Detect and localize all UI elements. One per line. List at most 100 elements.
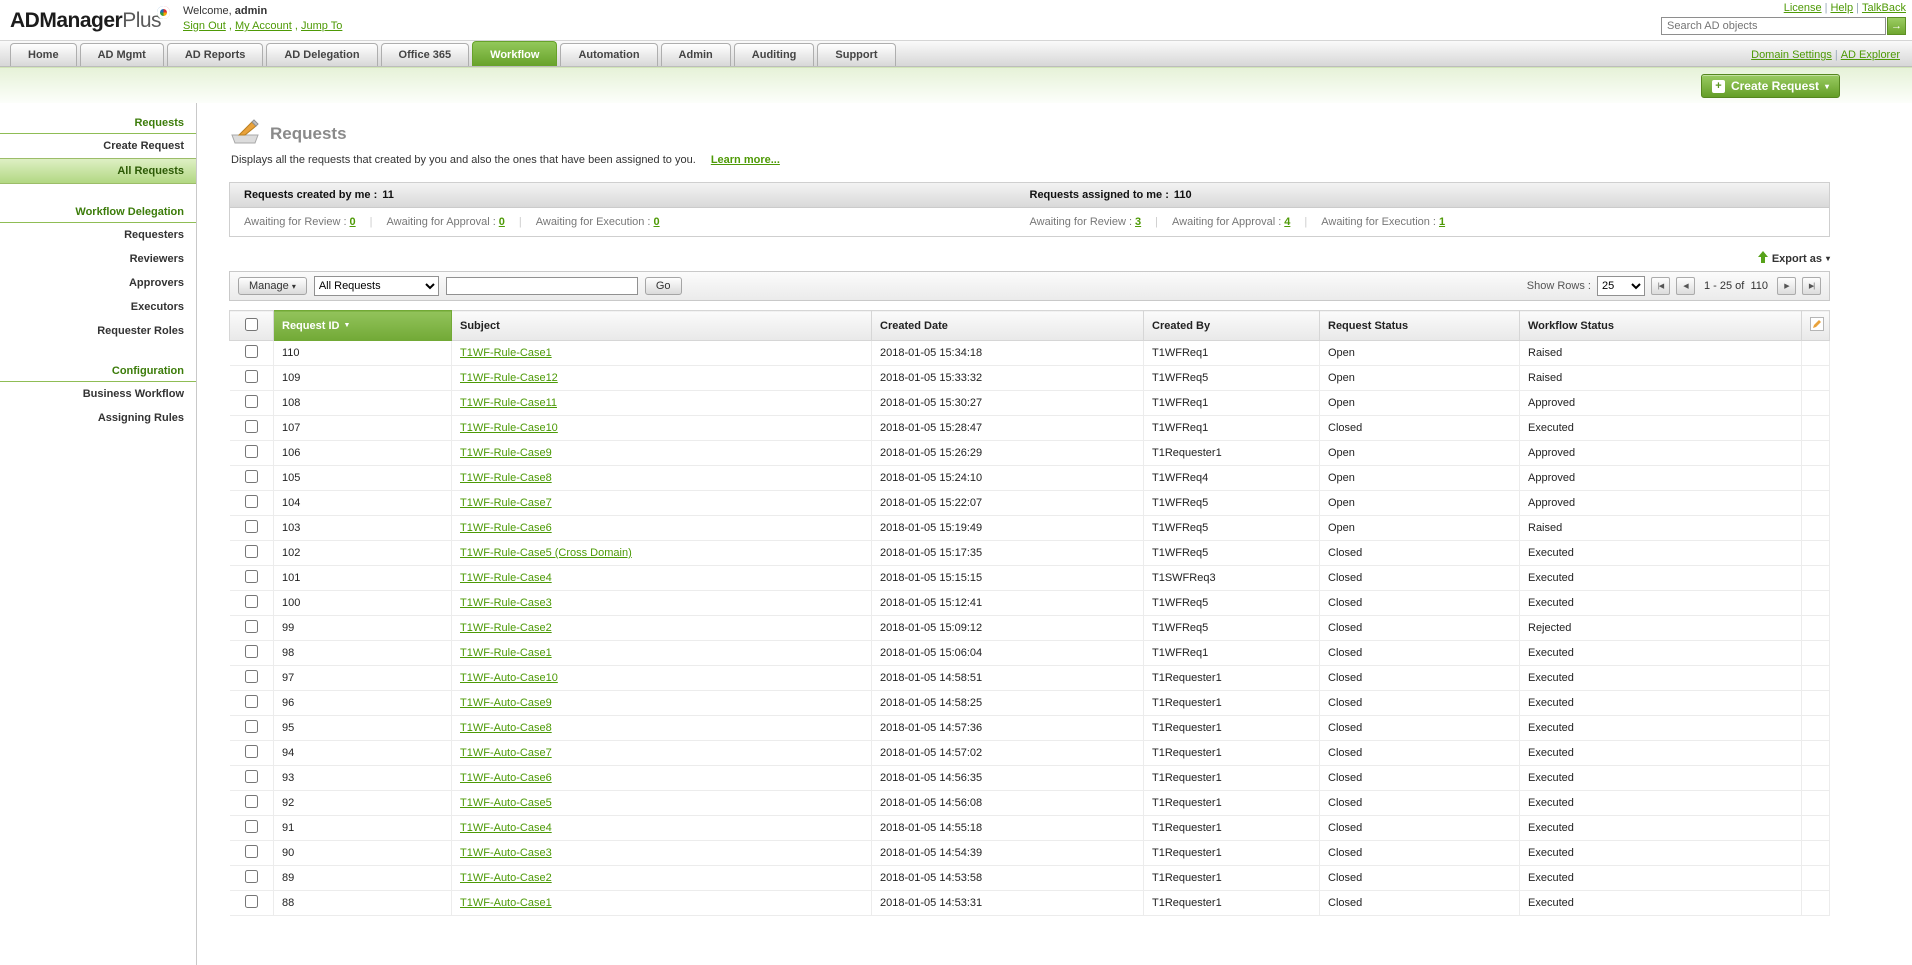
utility-link-license[interactable]: License bbox=[1784, 2, 1822, 14]
row-checkbox[interactable] bbox=[244, 695, 258, 708]
first-page-icon[interactable]: |◀ bbox=[1650, 277, 1670, 295]
filter-text-input[interactable] bbox=[445, 277, 638, 295]
row-checkbox[interactable] bbox=[244, 545, 258, 558]
summary-stat-count-link[interactable]: 0 bbox=[499, 216, 505, 228]
column-edit-icon[interactable] bbox=[1810, 317, 1824, 331]
row-checkbox[interactable] bbox=[244, 795, 258, 808]
subject-link[interactable]: T1WF-Auto-Case5 bbox=[460, 797, 552, 809]
subject-link[interactable]: T1WF-Rule-Case1 bbox=[460, 647, 552, 659]
tab-admin[interactable]: Admin bbox=[660, 43, 731, 66]
utility-link-talkback[interactable]: TalkBack bbox=[1862, 2, 1906, 14]
row-checkbox[interactable] bbox=[244, 820, 258, 833]
tab-ad-mgmt[interactable]: AD Mgmt bbox=[79, 43, 164, 66]
tab-ad-reports[interactable]: AD Reports bbox=[166, 43, 264, 66]
summary-stat-count-link[interactable]: 4 bbox=[1284, 216, 1290, 228]
request-filter-select[interactable]: All Requests bbox=[313, 276, 439, 296]
subject-link[interactable]: T1WF-Rule-Case4 bbox=[460, 572, 552, 584]
row-checkbox[interactable] bbox=[244, 770, 258, 783]
column-header-subject[interactable]: Subject bbox=[451, 310, 872, 341]
account-link-jump-to[interactable]: Jump To bbox=[301, 20, 342, 32]
subject-link[interactable]: T1WF-Auto-Case10 bbox=[460, 672, 558, 684]
subject-link[interactable]: T1WF-Rule-Case5 (Cross Domain) bbox=[460, 547, 632, 559]
subject-link[interactable]: T1WF-Rule-Case2 bbox=[460, 622, 552, 634]
row-checkbox[interactable] bbox=[244, 720, 258, 733]
account-link-my-account[interactable]: My Account bbox=[235, 20, 292, 32]
subject-link[interactable]: T1WF-Auto-Case7 bbox=[460, 747, 552, 759]
row-checkbox[interactable] bbox=[244, 845, 258, 858]
sidebar-item-assigning-rules[interactable]: Assigning Rules bbox=[0, 406, 196, 430]
prev-page-icon[interactable]: ◀ bbox=[1675, 277, 1695, 295]
tab-home[interactable]: Home bbox=[10, 43, 77, 66]
row-checkbox[interactable] bbox=[244, 670, 258, 683]
subject-link[interactable]: T1WF-Auto-Case9 bbox=[460, 697, 552, 709]
subject-link[interactable]: T1WF-Rule-Case9 bbox=[460, 447, 552, 459]
summary-stat-count-link[interactable]: 3 bbox=[1135, 216, 1141, 228]
show-rows-select[interactable]: 25 bbox=[1596, 276, 1645, 296]
subnav-link-domain-settings[interactable]: Domain Settings bbox=[1751, 49, 1832, 61]
summary-stat-count-link[interactable]: 0 bbox=[350, 216, 356, 228]
row-checkbox[interactable] bbox=[244, 345, 258, 358]
column-header-created-by[interactable]: Created By bbox=[1143, 310, 1320, 341]
subject-link[interactable]: T1WF-Rule-Case8 bbox=[460, 472, 552, 484]
column-header-request-status[interactable]: Request Status bbox=[1319, 310, 1520, 341]
search-input[interactable] bbox=[1661, 17, 1886, 35]
summary-stat-count-link[interactable]: 0 bbox=[653, 216, 659, 228]
summary-stat-count-link[interactable]: 1 bbox=[1439, 216, 1445, 228]
row-checkbox[interactable] bbox=[244, 870, 258, 883]
subject-link[interactable]: T1WF-Auto-Case1 bbox=[460, 897, 552, 909]
tab-ad-delegation[interactable]: AD Delegation bbox=[266, 43, 378, 66]
row-checkbox[interactable] bbox=[244, 495, 258, 508]
manage-button[interactable]: Manage ▾ bbox=[238, 277, 307, 295]
learn-more-link[interactable]: Learn more... bbox=[711, 154, 780, 166]
subject-link[interactable]: T1WF-Auto-Case8 bbox=[460, 722, 552, 734]
column-header-created-date[interactable]: Created Date bbox=[871, 310, 1144, 341]
row-checkbox[interactable] bbox=[244, 745, 258, 758]
subject-link[interactable]: T1WF-Rule-Case11 bbox=[460, 397, 557, 409]
row-checkbox[interactable] bbox=[244, 370, 258, 383]
create-request-button[interactable]: + Create Request ▾ bbox=[1700, 74, 1840, 98]
subject-link[interactable]: T1WF-Rule-Case10 bbox=[460, 422, 558, 434]
export-as-control[interactable]: Export as ▾ bbox=[229, 251, 1830, 266]
select-all-checkbox[interactable] bbox=[245, 317, 258, 331]
sidebar-item-executors[interactable]: Executors bbox=[0, 295, 196, 319]
subject-link[interactable]: T1WF-Auto-Case2 bbox=[460, 872, 552, 884]
sidebar-item-requester-roles[interactable]: Requester Roles bbox=[0, 319, 196, 343]
row-checkbox[interactable] bbox=[244, 420, 258, 433]
sidebar-item-approvers[interactable]: Approvers bbox=[0, 271, 196, 295]
go-button[interactable]: Go bbox=[644, 277, 682, 295]
tab-automation[interactable]: Automation bbox=[560, 43, 658, 66]
sidebar-item-reviewers[interactable]: Reviewers bbox=[0, 247, 196, 271]
sidebar-item-all-requests[interactable]: All Requests bbox=[0, 158, 196, 184]
column-header-request-id[interactable]: Request ID ▼ bbox=[273, 310, 452, 341]
subject-link[interactable]: T1WF-Rule-Case7 bbox=[460, 497, 552, 509]
subject-link[interactable]: T1WF-Auto-Case4 bbox=[460, 822, 552, 834]
tab-auditing[interactable]: Auditing bbox=[733, 43, 815, 66]
utility-link-help[interactable]: Help bbox=[1830, 2, 1853, 14]
account-link-sign-out[interactable]: Sign Out bbox=[183, 20, 226, 32]
row-checkbox[interactable] bbox=[244, 470, 258, 483]
tab-support[interactable]: Support bbox=[817, 43, 896, 66]
tab-workflow[interactable]: Workflow bbox=[472, 41, 558, 66]
last-page-icon[interactable]: ▶| bbox=[1802, 277, 1821, 295]
subject-link[interactable]: T1WF-Rule-Case3 bbox=[460, 597, 552, 609]
row-checkbox[interactable] bbox=[244, 395, 258, 408]
sidebar-item-requesters[interactable]: Requesters bbox=[0, 223, 196, 247]
row-checkbox[interactable] bbox=[244, 620, 258, 633]
next-page-icon[interactable]: ▶ bbox=[1777, 277, 1796, 295]
row-checkbox[interactable] bbox=[244, 595, 258, 608]
sidebar-item-business-workflow[interactable]: Business Workflow bbox=[0, 382, 196, 406]
search-go-icon[interactable]: → bbox=[1887, 17, 1906, 35]
subject-link[interactable]: T1WF-Auto-Case3 bbox=[460, 847, 552, 859]
row-checkbox[interactable] bbox=[244, 520, 258, 533]
subject-link[interactable]: T1WF-Auto-Case6 bbox=[460, 772, 552, 784]
tab-office-365[interactable]: Office 365 bbox=[380, 43, 470, 66]
row-checkbox[interactable] bbox=[244, 445, 258, 458]
subnav-link-ad-explorer[interactable]: AD Explorer bbox=[1841, 49, 1900, 61]
row-checkbox[interactable] bbox=[244, 645, 258, 658]
row-checkbox[interactable] bbox=[244, 895, 258, 908]
column-header-workflow-status[interactable]: Workflow Status bbox=[1519, 310, 1802, 341]
sidebar-item-create-request[interactable]: Create Request bbox=[0, 134, 196, 158]
subject-link[interactable]: T1WF-Rule-Case6 bbox=[460, 522, 552, 534]
subject-link[interactable]: T1WF-Rule-Case12 bbox=[460, 372, 558, 384]
subject-link[interactable]: T1WF-Rule-Case1 bbox=[460, 347, 552, 359]
